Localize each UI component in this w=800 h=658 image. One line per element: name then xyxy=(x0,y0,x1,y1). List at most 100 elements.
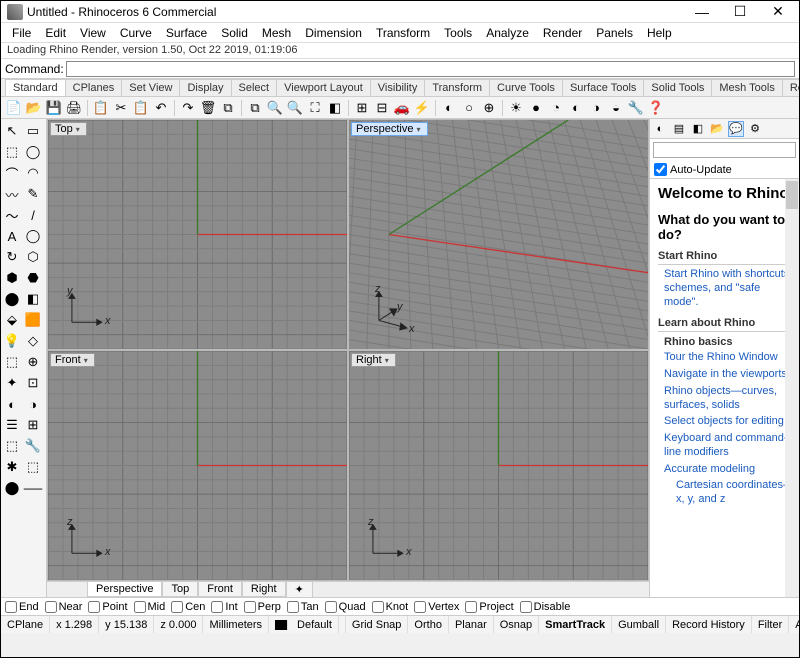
tool-icon[interactable]: ⬚ xyxy=(23,457,43,477)
toolbar-icon[interactable]: ○ xyxy=(460,99,478,117)
tool-icon[interactable]: ⬣ xyxy=(23,268,43,288)
panel-tab-help[interactable]: 💬 xyxy=(728,121,744,137)
tool-icon[interactable]: 〜 xyxy=(2,205,22,225)
chevron-down-icon[interactable]: ▾ xyxy=(416,125,420,134)
status-cplane[interactable]: CPlane xyxy=(1,616,50,633)
tool-icon[interactable]: ⬙ xyxy=(2,310,22,330)
help-search-input[interactable] xyxy=(653,142,796,158)
close-button[interactable]: ✕ xyxy=(759,1,797,23)
viewport-label-front[interactable]: Front▾ xyxy=(50,353,95,367)
viewport-tab[interactable]: Perspective xyxy=(87,582,162,597)
osnap-disable[interactable]: Disable xyxy=(520,601,571,613)
tool-tab[interactable]: Select xyxy=(231,79,278,96)
tool-icon[interactable]: ✱ xyxy=(2,457,22,477)
toolbar-icon[interactable]: ⊞ xyxy=(353,99,371,117)
chevron-down-icon[interactable]: ▾ xyxy=(385,356,389,365)
tool-icon[interactable]: ⬤ xyxy=(2,289,22,309)
scrollbar-thumb[interactable] xyxy=(786,181,798,209)
toolbar-icon[interactable]: 🔍 xyxy=(266,99,284,117)
menu-surface[interactable]: Surface xyxy=(159,24,214,42)
osnap-quad[interactable]: Quad xyxy=(325,601,366,613)
panel-tab-open[interactable]: 📂 xyxy=(709,121,725,137)
tool-icon[interactable]: A xyxy=(2,226,22,246)
status-layer[interactable]: Default xyxy=(269,616,346,633)
toolbar-icon[interactable]: ◐ xyxy=(567,99,585,117)
tool-icon[interactable]: ◐ xyxy=(2,394,22,414)
status-a[interactable]: A xyxy=(789,616,799,633)
tool-icon[interactable]: ⊕ xyxy=(23,352,43,372)
tool-icon[interactable]: ⬡ xyxy=(23,247,43,267)
tool-icon[interactable]: ✦ xyxy=(2,373,22,393)
viewport-label-top[interactable]: Top▾ xyxy=(50,122,87,136)
toolbar-icon[interactable]: 📂 xyxy=(25,99,43,117)
viewport-perspective[interactable]: Perspective▾ z x y xyxy=(348,119,649,350)
tool-icon[interactable]: ▭ xyxy=(23,121,43,141)
command-input[interactable] xyxy=(66,61,795,77)
toolbar-icon[interactable]: ⧉ xyxy=(219,99,237,117)
viewport-front[interactable]: Front▾ x z xyxy=(47,350,348,581)
toolbar-icon[interactable]: ↶ xyxy=(152,99,170,117)
chevron-down-icon[interactable]: ▾ xyxy=(76,125,80,134)
toolbar-icon[interactable]: 📋 xyxy=(132,99,150,117)
toolbar-icon[interactable]: ✂ xyxy=(112,99,130,117)
menu-view[interactable]: View xyxy=(73,24,113,42)
menu-curve[interactable]: Curve xyxy=(113,24,159,42)
tool-icon[interactable]: ── xyxy=(23,478,43,498)
toolbar-icon[interactable]: ⚡ xyxy=(413,99,431,117)
menu-file[interactable]: File xyxy=(5,24,38,42)
viewport-tab[interactable]: Right xyxy=(242,582,286,597)
tool-icon[interactable]: 〰 xyxy=(2,184,22,204)
tool-icon[interactable]: ✎ xyxy=(23,184,43,204)
menu-analyze[interactable]: Analyze xyxy=(479,24,536,42)
osnap-mid[interactable]: Mid xyxy=(134,601,166,613)
tool-icon[interactable]: ◠ xyxy=(23,163,43,183)
tool-tab[interactable]: Surface Tools xyxy=(562,79,644,96)
tool-icon[interactable]: ↖ xyxy=(2,121,22,141)
tool-icon[interactable]: ↻ xyxy=(2,247,22,267)
toolbar-icon[interactable]: 🚗 xyxy=(393,99,411,117)
toolbar-icon[interactable]: ◐ xyxy=(440,99,458,117)
tool-icon[interactable]: ◧ xyxy=(23,289,43,309)
status-ortho[interactable]: Ortho xyxy=(408,616,449,633)
toolbar-icon[interactable]: 💾 xyxy=(45,99,63,117)
toolbar-icon[interactable]: ❓ xyxy=(647,99,665,117)
viewport-tab[interactable]: Front xyxy=(198,582,242,597)
toolbar-icon[interactable]: 🖨 xyxy=(65,99,83,117)
status-filter[interactable]: Filter xyxy=(752,616,789,633)
menu-help[interactable]: Help xyxy=(640,24,679,42)
scrollbar[interactable] xyxy=(785,179,799,597)
status-smarttrack[interactable]: SmartTrack xyxy=(539,616,612,633)
osnap-perp[interactable]: Perp xyxy=(244,601,281,613)
toolbar-icon[interactable]: ◧ xyxy=(326,99,344,117)
auto-update-row[interactable]: Auto-Update xyxy=(650,161,799,178)
tool-tab[interactable]: Render Tools xyxy=(782,79,799,96)
tool-icon[interactable]: ⊞ xyxy=(23,415,43,435)
tool-icon[interactable]: ☰ xyxy=(2,415,22,435)
osnap-near[interactable]: Near xyxy=(45,601,83,613)
tool-icon[interactable]: 💡 xyxy=(2,331,22,351)
toolbar-icon[interactable]: 🔧 xyxy=(627,99,645,117)
toolbar-icon[interactable]: 📄 xyxy=(5,99,23,117)
tool-tab[interactable]: Mesh Tools xyxy=(711,79,782,96)
osnap-cen[interactable]: Cen xyxy=(171,601,205,613)
minimize-button[interactable]: — xyxy=(683,1,721,23)
help-link[interactable]: Rhino objects—curves, surfaces, solids xyxy=(664,385,795,413)
panel-tab-display[interactable]: ◧ xyxy=(690,121,706,137)
toolbar-icon[interactable]: 🗑 xyxy=(199,99,217,117)
toolbar-icon[interactable]: ⊟ xyxy=(373,99,391,117)
status-gumball[interactable]: Gumball xyxy=(612,616,666,633)
tool-icon[interactable]: ⌒ xyxy=(2,163,22,183)
menu-transform[interactable]: Transform xyxy=(369,24,437,42)
tool-icon[interactable]: ◑ xyxy=(23,394,43,414)
osnap-end[interactable]: End xyxy=(5,601,39,613)
status-grid-snap[interactable]: Grid Snap xyxy=(346,616,409,633)
tool-icon[interactable]: ⊡ xyxy=(23,373,43,393)
tool-icon[interactable]: ⬚ xyxy=(2,436,22,456)
tool-tab[interactable]: Standard xyxy=(5,79,66,96)
viewport-label-right[interactable]: Right▾ xyxy=(351,353,396,367)
tool-tab[interactable]: Solid Tools xyxy=(643,79,712,96)
toolbar-icon[interactable]: ☀ xyxy=(507,99,525,117)
tool-icon[interactable]: / xyxy=(23,205,43,225)
help-sublink[interactable]: Cartesian coordinates—x, y, and z xyxy=(676,479,795,507)
osnap-project[interactable]: Project xyxy=(465,601,513,613)
